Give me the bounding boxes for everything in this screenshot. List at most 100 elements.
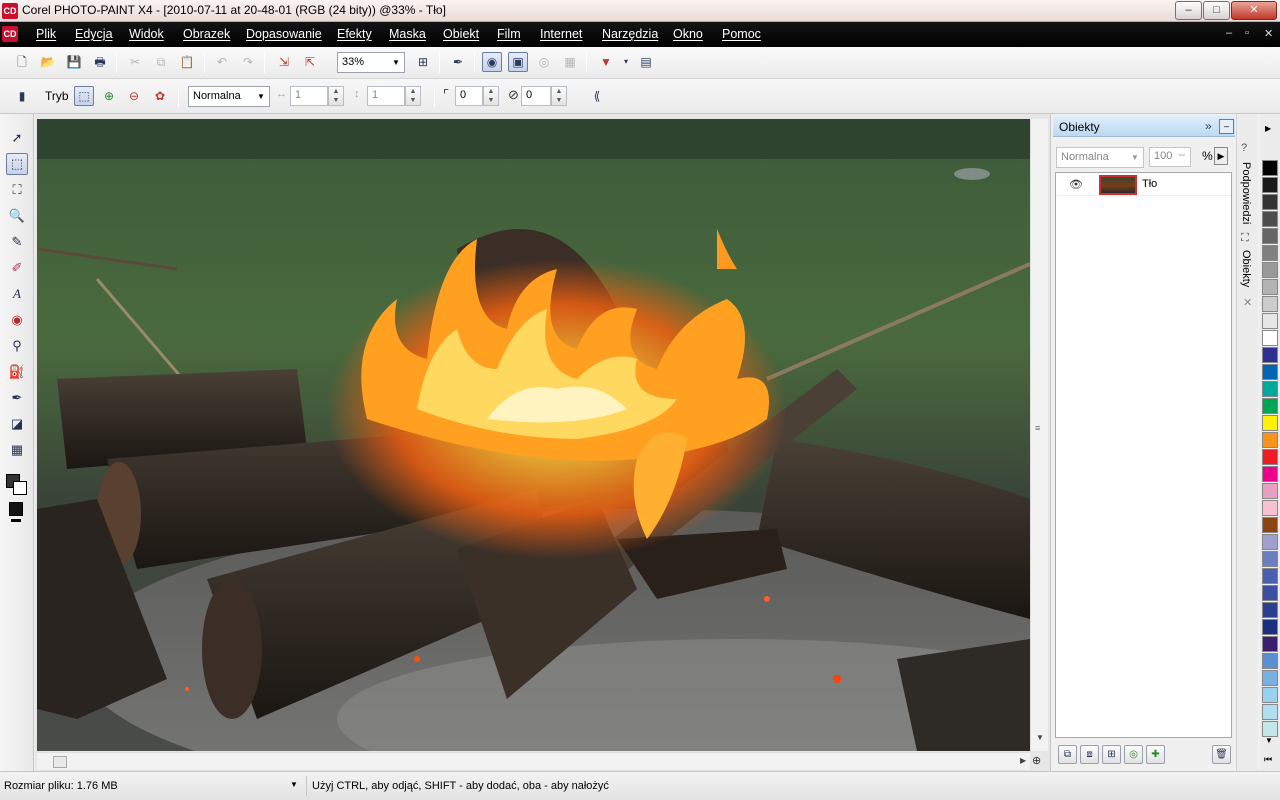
export-icon[interactable]: ⇱ [300, 52, 320, 72]
color-swatch[interactable] [1262, 500, 1278, 516]
layer-merge-mode-combo[interactable]: Normalna ▼ [1056, 147, 1144, 168]
color-swatch[interactable] [1262, 313, 1278, 329]
clone-tool-icon[interactable]: ⚲ [6, 335, 28, 357]
color-swatch[interactable] [1262, 704, 1278, 720]
color-swatch[interactable] [1262, 483, 1278, 499]
navigator-icon[interactable]: ⊕ [1032, 754, 1041, 767]
import-icon[interactable]: ⇲ [274, 52, 294, 72]
copy-icon[interactable]: ⧉ [151, 52, 171, 72]
brush-tool-icon[interactable]: ✒ [6, 387, 28, 409]
save-icon[interactable]: 💾 [64, 52, 84, 72]
horizontal-scrollbar[interactable]: ▶ [37, 752, 1030, 770]
expand-icon[interactable]: » [1205, 119, 1212, 133]
transparency-spinner[interactable]: ▲ ▼ [551, 86, 567, 106]
show-mask-icon[interactable]: ◉ [482, 52, 502, 72]
mode-subtract-icon[interactable]: ⊖ [124, 86, 144, 106]
color-swatch[interactable] [1262, 398, 1278, 414]
layer-row[interactable]: 👁 Tło [1057, 174, 1230, 196]
chevron-down-icon[interactable]: ▾ [616, 52, 636, 72]
cut-icon[interactable]: ✂ [125, 52, 145, 72]
width-spinner[interactable]: ▲ ▼ [328, 86, 344, 106]
visibility-eye-icon[interactable]: 👁 [1069, 178, 1083, 191]
maximize-button[interactable]: □ [1203, 1, 1230, 20]
docker-minimize-button[interactable]: – [1219, 119, 1234, 134]
color-swatch[interactable] [1262, 670, 1278, 686]
menu-view[interactable]: Widok [129, 27, 164, 41]
eyedropper-tool-icon[interactable]: ✎ [6, 231, 28, 253]
menu-object[interactable]: Obiekt [443, 27, 479, 41]
document-close-button[interactable]: ✕ [1264, 27, 1273, 40]
transparency-field[interactable]: 0 [521, 86, 551, 106]
color-swatch[interactable] [1262, 449, 1278, 465]
color-swatch[interactable] [1262, 177, 1278, 193]
height-field[interactable]: 1 [367, 86, 405, 106]
menu-mask[interactable]: Maska [389, 27, 426, 41]
color-swatch[interactable] [1262, 330, 1278, 346]
text-tool-icon[interactable]: A [6, 283, 28, 305]
color-swatch[interactable] [1262, 551, 1278, 567]
print-icon[interactable]: 🖶 [90, 52, 110, 72]
color-swatch[interactable] [1262, 619, 1278, 635]
width-field[interactable]: 1 [290, 86, 328, 106]
fill-color-swatch[interactable] [9, 502, 23, 516]
menu-tools[interactable]: Narzędzia [602, 27, 658, 41]
color-swatch[interactable] [1262, 534, 1278, 550]
color-swatch[interactable] [1262, 262, 1278, 278]
show-object-marquee-icon[interactable]: ◎ [534, 52, 554, 72]
close-button[interactable]: ✕ [1231, 1, 1277, 20]
new-icon[interactable]: 🗋 [12, 52, 32, 72]
menu-image[interactable]: Obrazek [183, 27, 230, 41]
mode-xor-icon[interactable]: ✿ [150, 86, 170, 106]
crop-tool-icon[interactable]: ⛶ [6, 179, 28, 201]
menu-window[interactable]: Okno [673, 27, 703, 41]
zoom-level-combo[interactable]: 33% ▼ [337, 52, 405, 73]
image-sprayer-tool-icon[interactable]: ▦ [6, 439, 28, 461]
document-restore-button[interactable]: ▫ [1245, 27, 1249, 39]
merge-mode-combo[interactable]: Normalna ▼ [188, 86, 270, 107]
palette-expand-icon[interactable]: ⏮ [1264, 754, 1272, 765]
app-icon[interactable]: CD [2, 3, 18, 19]
undo-icon[interactable]: ↶ [212, 52, 232, 72]
color-swatch[interactable] [1262, 160, 1278, 176]
color-swatch[interactable] [1262, 432, 1278, 448]
menu-internet[interactable]: Internet [540, 27, 582, 41]
collapse-bar-icon[interactable]: ⟪ [587, 86, 607, 106]
color-swatch[interactable] [1262, 228, 1278, 244]
mode-add-icon[interactable]: ⊕ [99, 86, 119, 106]
scrollbar-grip-icon[interactable]: ≡ [1035, 423, 1040, 433]
color-swatch[interactable] [1262, 381, 1278, 397]
tab-hints[interactable]: Podpowiedzi [1240, 162, 1252, 224]
color-swatch[interactable] [1262, 602, 1278, 618]
duplicate-object-icon[interactable]: ⧈ [1080, 745, 1099, 764]
document-minimize-button[interactable]: – [1226, 27, 1232, 39]
open-icon[interactable]: 📂 [38, 52, 58, 72]
color-swatch[interactable] [1262, 585, 1278, 601]
campfire-photo[interactable] [37, 119, 1030, 751]
color-swatch[interactable] [1262, 568, 1278, 584]
color-swatch[interactable] [1262, 636, 1278, 652]
opacity-field[interactable]: 100 ⇔ [1149, 147, 1191, 167]
height-spinner[interactable]: ▲ ▼ [405, 86, 421, 106]
color-swatch[interactable] [1262, 466, 1278, 482]
objects-tab-icon[interactable]: ⛶ [1241, 232, 1249, 245]
menu-edit[interactable]: Edycja [75, 27, 113, 41]
paste-icon[interactable]: 📋 [177, 52, 197, 72]
add-lens-icon[interactable]: ◎ [1124, 745, 1143, 764]
color-swatch[interactable] [1262, 721, 1278, 737]
color-swatch[interactable] [1262, 211, 1278, 227]
show-marquee-icon[interactable]: ▣ [508, 52, 528, 72]
scroll-thumb[interactable] [53, 756, 67, 768]
vertical-scrollbar[interactable]: ≡ ▼ [1030, 119, 1048, 751]
delete-object-icon[interactable]: 🗑 [1212, 745, 1231, 764]
background-color-swatch[interactable] [13, 481, 27, 495]
document-icon[interactable]: CD [2, 26, 18, 42]
palette-scroll-down-icon[interactable]: ▼ [1265, 736, 1273, 745]
options-icon[interactable]: ▤ [636, 52, 656, 72]
redo-icon[interactable]: ↷ [238, 52, 258, 72]
combine-objects-icon[interactable]: ⊞ [1102, 745, 1121, 764]
tab-objects[interactable]: Obiekty [1240, 250, 1252, 287]
color-swatch[interactable] [1262, 653, 1278, 669]
create-mask-icon[interactable]: ✚ [1146, 745, 1165, 764]
zoom-tool-icon[interactable]: 🔍 [6, 205, 28, 227]
mask-overlay-icon[interactable]: ▦ [560, 52, 580, 72]
